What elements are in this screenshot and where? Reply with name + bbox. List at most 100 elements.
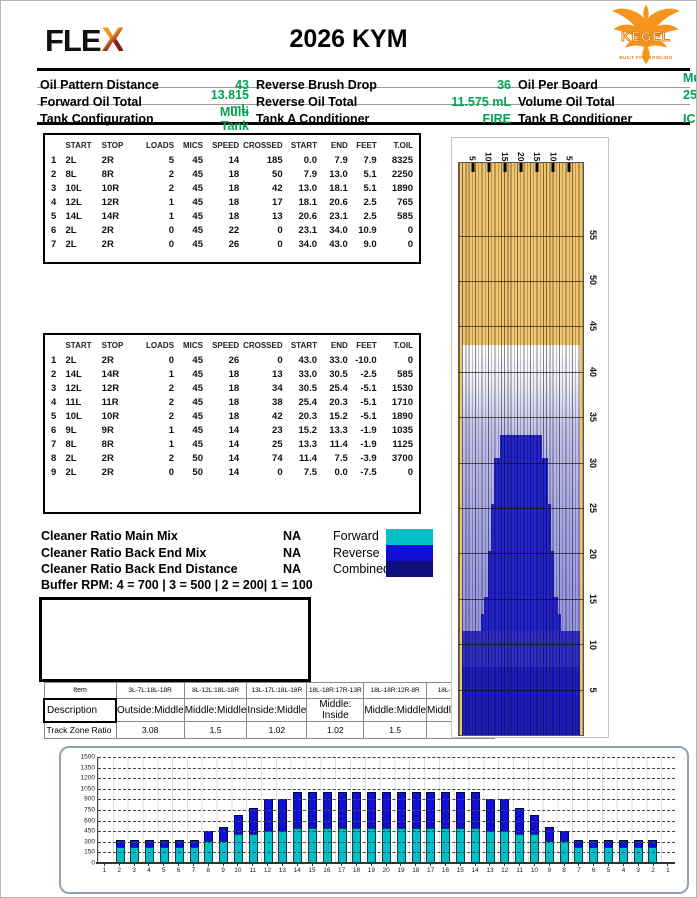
- table-header-cell: STOP: [101, 141, 124, 150]
- chart-x-label: 5: [161, 867, 166, 874]
- chart-bar-forward: [367, 828, 377, 863]
- chart-bar-reverse: [263, 798, 273, 832]
- chart-x-label: 13: [486, 867, 494, 874]
- track-zone-cell: 1.5: [183, 721, 248, 739]
- table-cell: 10L: [65, 410, 82, 422]
- info-value: ICE: [683, 112, 696, 126]
- chart-bar-forward: [322, 828, 332, 863]
- chart-x-label: 12: [263, 867, 272, 874]
- table-cell: 18: [228, 182, 240, 194]
- chart-bar-forward: [426, 828, 436, 863]
- chart-bar-reverse: [219, 827, 229, 841]
- chart-bar-forward: [618, 847, 628, 863]
- table-cell: 585: [397, 210, 413, 222]
- table-cell: 6: [51, 224, 57, 236]
- track-zone-cell: Outside:Middle: [115, 698, 185, 722]
- chart-x-tick: [527, 863, 542, 866]
- chart-y-label: 600: [84, 817, 95, 825]
- table-cell: 5: [51, 410, 57, 422]
- chart-bar-forward: [115, 847, 125, 863]
- table-cell: 1710: [391, 396, 413, 408]
- chart-x-tick: [616, 863, 631, 866]
- chart-x-tick: [512, 863, 527, 866]
- table-cell: 2: [168, 410, 175, 422]
- chart-gridline: [98, 788, 675, 790]
- table-cell: 13: [272, 210, 283, 222]
- table-header-cell: FEET: [356, 341, 377, 350]
- table-cell: 34.0: [329, 224, 348, 236]
- chart-x-tick: [171, 863, 186, 866]
- table-cell: 9R: [101, 424, 114, 436]
- table-cell: 45: [192, 368, 203, 380]
- table-cell: 11L: [65, 396, 82, 408]
- table-row: 5 14L 14R 1 45 18 13 20.6 23.1 2.5 585: [51, 209, 413, 223]
- table-cell: 26: [228, 238, 240, 250]
- chart-x-tick: [290, 863, 305, 866]
- oil-per-board-chart: 0 150 300 450 600 750 900 1050 1200 1350 1500 1234…: [59, 746, 689, 894]
- chart-x-tick: [112, 863, 127, 866]
- table-cell: 26: [228, 354, 240, 366]
- table-cell: 5.1: [363, 182, 377, 194]
- table-row: 3 10L 10R 2 45 18 42 13.0 18.1 5.1 1890: [51, 181, 413, 195]
- cleaner-row: Cleaner Ratio Back End Mix NA Reverse: [41, 545, 441, 562]
- table-cell: 2.5: [363, 210, 377, 222]
- table-cell: 2: [168, 382, 175, 394]
- chart-bar-reverse: [278, 798, 288, 832]
- table-cell: 33.0: [298, 368, 318, 380]
- chart-x-label: 6: [591, 867, 596, 874]
- chart-x-tick-mark: [489, 863, 491, 866]
- table-cell: 7: [51, 238, 57, 250]
- track-zone-header-cell: 3L-7L:18L-18R: [115, 682, 185, 699]
- table-cell: -10.0: [355, 354, 377, 366]
- table-row: 3 12L 12R 2 45 18 34 30.5 25.4 -5.1 1530: [51, 381, 413, 395]
- info-label: Reverse Brush Drop: [256, 78, 377, 92]
- chart-x-tick: [394, 863, 409, 866]
- lane-distance-label: 40: [588, 366, 598, 377]
- chart-bar-reverse: [500, 798, 510, 832]
- table-cell: 9L: [65, 424, 77, 436]
- chart-gridline: [98, 778, 675, 780]
- info-label: Oil Per Board: [518, 78, 598, 92]
- track-zone-description-row: Description Outside:Middle Middle:Middle In…: [43, 697, 495, 723]
- kegel-logo: KEGEL BUILT FOR BOWLING: [610, 3, 682, 65]
- table-cell: 2: [168, 182, 175, 194]
- table-cell: 10R: [101, 182, 120, 194]
- table-cell: 1: [168, 424, 175, 436]
- table-cell: 2L: [65, 466, 77, 478]
- table-cell: 2L: [65, 224, 77, 236]
- table-cell: 8: [51, 452, 57, 464]
- track-zone-cell: Middle:Middle: [363, 698, 428, 722]
- chart-x-tick: [408, 863, 423, 866]
- lane-distance-label: 50: [588, 275, 598, 286]
- table-cell: 18.1: [329, 182, 348, 194]
- chart-x-tick: [423, 863, 438, 866]
- chart-x-label: 3: [636, 867, 641, 874]
- chart-x-label: 8: [562, 867, 566, 874]
- chart-bar-forward: [278, 831, 288, 863]
- chart-x-label: 2: [651, 867, 655, 874]
- chart-x-label: 14: [471, 867, 479, 874]
- table-cell: 45: [192, 224, 203, 236]
- lane-oil-pattern: [458, 162, 584, 736]
- table-cell: 1035: [391, 424, 413, 436]
- table-cell: 20.3: [329, 396, 348, 408]
- chart-x-label: 18: [412, 867, 420, 874]
- chart-x-tick-mark: [652, 863, 654, 866]
- chart-x-tick: [438, 863, 453, 866]
- chart-x-tick-mark: [267, 863, 269, 866]
- table-cell: 34: [272, 382, 283, 394]
- chart-x-tick-mark: [519, 863, 521, 866]
- info-label: Tank Configuration: [40, 112, 154, 126]
- table-cell: 13.3: [329, 424, 348, 436]
- chart-bar-reverse: [544, 827, 554, 841]
- chart-x-tick: [245, 863, 260, 866]
- chart-x-label: 3: [132, 867, 136, 874]
- table-cell: -1.9: [360, 438, 377, 450]
- lane-gridline: [459, 417, 583, 419]
- table-cell: 0: [407, 238, 413, 250]
- chart-x-tick: [453, 863, 468, 866]
- lane-distance-label: 55: [588, 229, 598, 240]
- chart-y-label: 0: [91, 859, 95, 867]
- table-header-row: START STOP LOADS MICS SPEED CROSSED START END FE…: [51, 340, 413, 353]
- lane-distance-labels: 55 50 45 40 35 30 25 20 15 10 5: [586, 162, 608, 736]
